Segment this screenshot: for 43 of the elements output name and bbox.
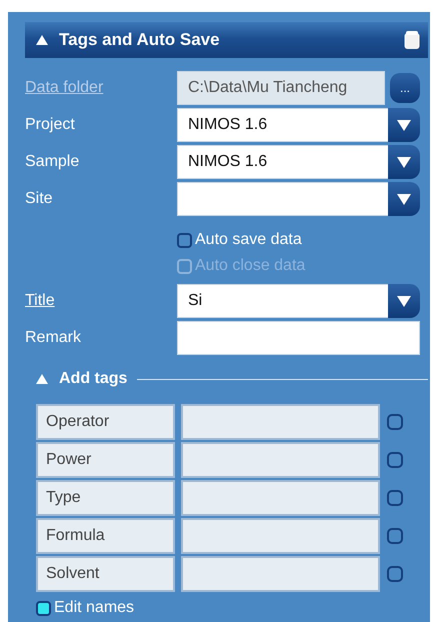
tag-name-cell: Operator [36,404,175,440]
field-label: Remark [25,329,82,347]
tag-name-cell: Solvent [36,556,175,592]
caret-icon [396,192,412,206]
section-title: Add tags [59,370,128,388]
panel-title: Tags and Auto Save [59,30,221,50]
label-link[interactable]: Title [25,292,177,310]
dropdown-button[interactable] [388,108,420,142]
input-field[interactable] [177,321,420,355]
dropdown-field[interactable]: Si [177,284,390,318]
field-label: Site [25,190,54,208]
collapse-icon[interactable] [35,373,49,385]
tag-value-field[interactable] [181,556,380,592]
checkbox[interactable] [387,490,403,506]
tag-value-field[interactable] [181,518,380,554]
tag-value-field[interactable] [181,404,380,440]
field-label: Sample [25,153,80,171]
panel-header[interactable]: Tags and Auto Save [25,22,428,58]
tag-value-field[interactable] [181,480,380,516]
caret-icon [396,294,412,308]
tag-name-cell: Power [36,442,175,478]
checkbox[interactable] [177,232,192,248]
caret-icon [396,155,412,169]
tag-value-field[interactable] [181,442,380,478]
field-label: Project [25,116,76,134]
dropdown-field[interactable]: NIMOS 1.6 [177,108,390,142]
tag-name-cell: Type [36,480,175,516]
checkbox[interactable] [387,566,403,582]
collapse-icon[interactable] [35,34,49,46]
note-icon[interactable] [404,31,420,49]
checkbox[interactable] [387,528,403,544]
checkbox[interactable] [36,600,51,616]
caret-icon [396,118,412,132]
checkbox[interactable] [387,452,403,468]
dropdown-field[interactable] [177,182,390,216]
dropdown-field[interactable]: NIMOS 1.6 [177,145,390,179]
tag-name-cell: Formula [36,518,175,554]
checkbox[interactable] [387,414,403,430]
dropdown-button[interactable] [388,284,420,318]
checkbox-option[interactable]: Edit names [36,596,428,620]
dropdown-button[interactable] [388,182,420,216]
checkbox-option[interactable]: Auto save data [177,228,428,252]
dropdown-button[interactable] [388,145,420,179]
